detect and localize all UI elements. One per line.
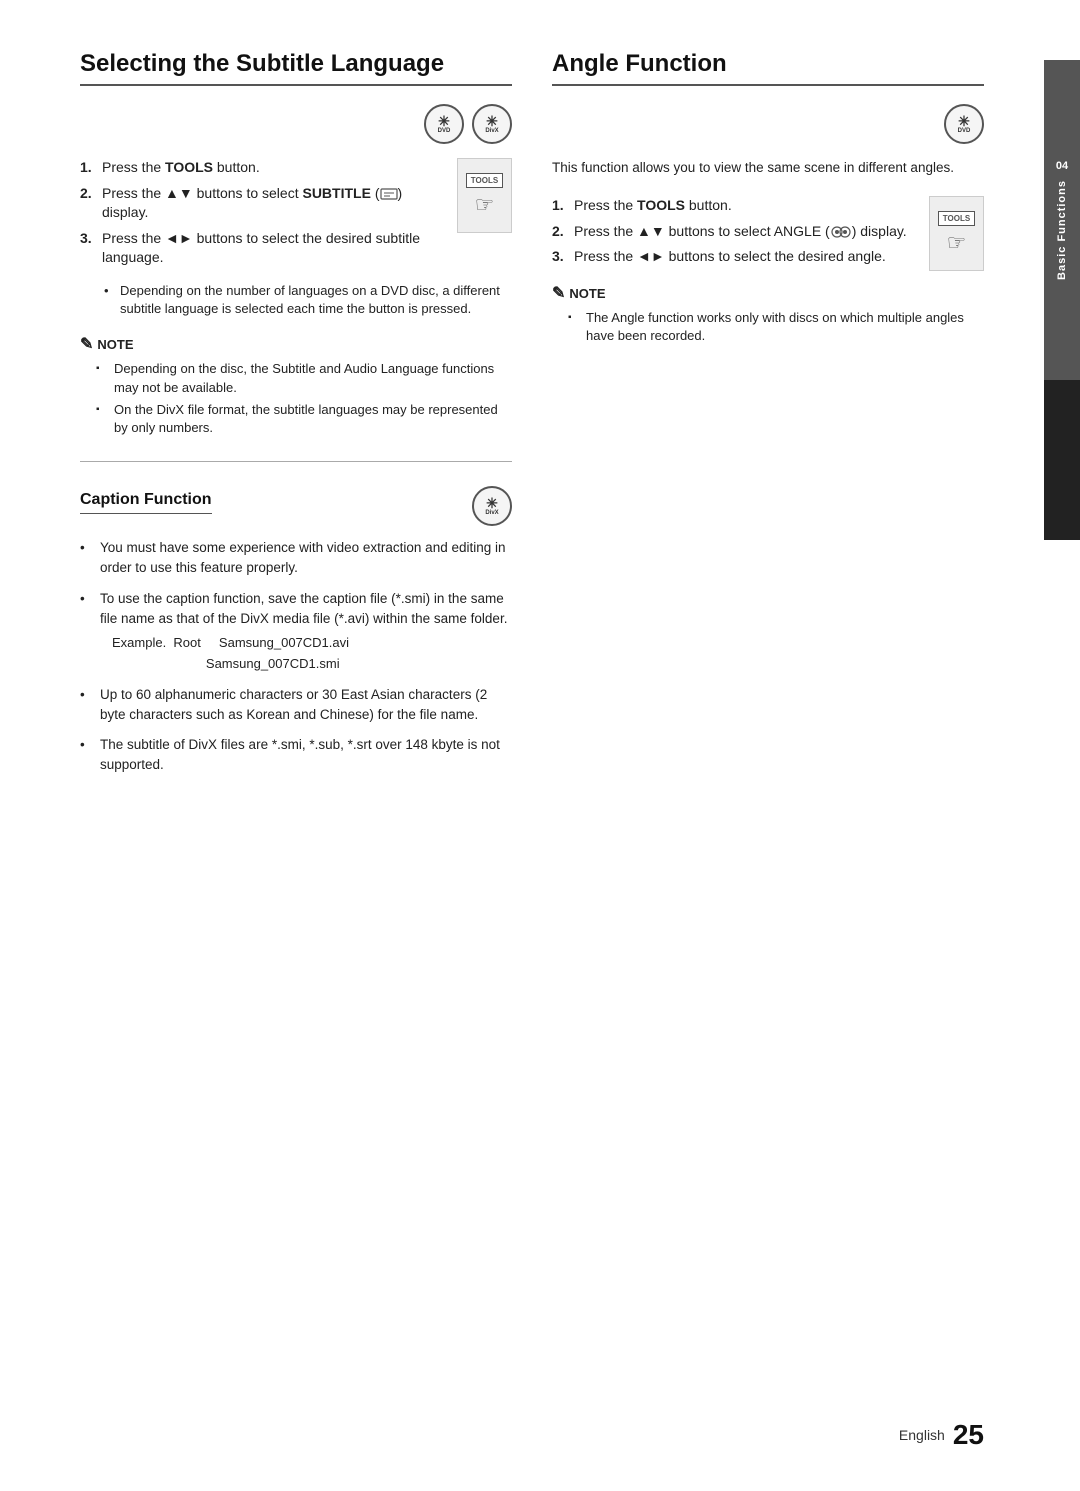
- caption-bullet-1: You must have some experience with video…: [80, 538, 512, 579]
- left-note: ✎ NOTE Depending on the disc, the Subtit…: [80, 334, 512, 437]
- right-step-3: 3. Press the ◄► buttons to select the de…: [552, 247, 917, 267]
- left-column: Selecting the Subtitle Language ✳ DVD ✳ …: [80, 50, 512, 786]
- caption-bullet-2: To use the caption function, save the ca…: [80, 589, 512, 675]
- example-text: Example. Root Samsung_007CD1.avi Samsung…: [112, 633, 512, 675]
- left-note-header: ✎ NOTE: [80, 334, 512, 354]
- right-note: ✎ NOTE The Angle function works only wit…: [552, 283, 984, 345]
- right-intro: This function allows you to view the sam…: [552, 158, 984, 178]
- right-note-item-1: The Angle function works only with discs…: [568, 309, 984, 345]
- divx-icon-btn: ✳ DivX: [472, 104, 512, 144]
- right-step-1: 1. Press the TOOLS button.: [552, 196, 917, 216]
- side-tab-dark: [1044, 380, 1080, 540]
- left-steps: 1. Press the TOOLS button. 2. Press the …: [80, 158, 512, 268]
- dvd-icon-right: ✳ DVD: [944, 104, 984, 144]
- right-steps: 1. Press the TOOLS button. 2. Press the …: [552, 196, 984, 267]
- left-icon-row: ✳ DVD ✳ DivX: [80, 104, 512, 144]
- left-section-title: Selecting the Subtitle Language: [80, 50, 512, 86]
- two-columns: Selecting the Subtitle Language ✳ DVD ✳ …: [80, 50, 984, 786]
- caption-title: Caption Function: [80, 491, 212, 514]
- right-column: Angle Function ✳ DVD This function allow…: [552, 50, 984, 786]
- left-divider: [80, 461, 512, 462]
- right-icon-row: ✳ DVD: [552, 104, 984, 144]
- divx-caption-icon: ✳ DivX: [472, 486, 512, 526]
- right-section-title: Angle Function: [552, 50, 984, 86]
- caption-bullets: You must have some experience with video…: [80, 538, 512, 776]
- step-2: 2. Press the ▲▼ buttons to select SUBTIT…: [80, 184, 445, 223]
- main-content: Selecting the Subtitle Language ✳ DVD ✳ …: [0, 0, 1044, 1491]
- step-3: 3. Press the ◄► buttons to select the de…: [80, 229, 445, 268]
- dvd-icon-btn: ✳ DVD: [424, 104, 464, 144]
- chapter-number: 04: [1056, 160, 1068, 172]
- note-item-2: On the DivX file format, the subtitle la…: [96, 401, 512, 437]
- sub-bullet: Depending on the number of languages on …: [104, 282, 512, 318]
- tools-image-right: TOOLS ☞: [929, 196, 984, 271]
- tools-image: TOOLS ☞: [457, 158, 512, 233]
- note-item-1: Depending on the disc, the Subtitle and …: [96, 360, 512, 396]
- chapter-label: Basic Functions: [1056, 180, 1068, 280]
- step-1: 1. Press the TOOLS button.: [80, 158, 445, 178]
- right-step-2: 2. Press the ▲▼ buttons to select ANGLE …: [552, 222, 917, 242]
- right-note-header: ✎ NOTE: [552, 283, 984, 303]
- caption-bullet-4: The subtitle of DivX files are *.smi, *.…: [80, 735, 512, 776]
- caption-section: Caption Function ✳ DivX You must have so…: [80, 486, 512, 776]
- footer-text: English: [899, 1427, 945, 1443]
- side-tab: 04 Basic Functions: [1044, 60, 1080, 380]
- footer-page: 25: [953, 1419, 984, 1451]
- caption-bullet-3: Up to 60 alphanumeric characters or 30 E…: [80, 685, 512, 726]
- page-footer: English 25: [899, 1419, 984, 1451]
